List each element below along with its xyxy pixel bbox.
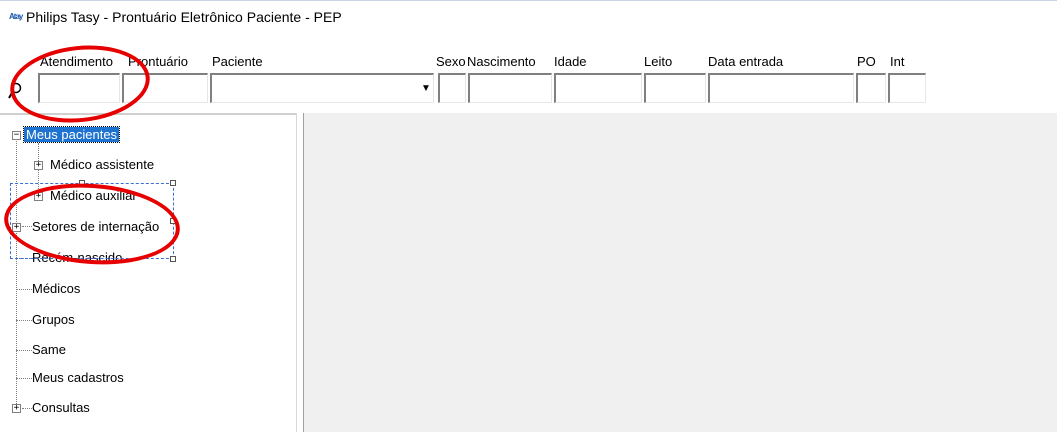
chevron-down-icon[interactable]: ▼ — [419, 75, 433, 101]
column-header-idade[interactable]: Idade — [554, 55, 587, 69]
tree-connector — [16, 289, 32, 290]
column-header-paciente[interactable]: Paciente — [212, 55, 263, 69]
tree-connector — [16, 378, 32, 379]
tree-item-grupos[interactable]: Grupos — [32, 312, 75, 327]
collapse-icon[interactable]: − — [12, 131, 21, 140]
column-header-nascimento[interactable]: Nascimento — [467, 55, 536, 69]
tree-item-label: Médicos — [32, 281, 81, 296]
tree-connector — [22, 408, 32, 409]
tree-item-label: Grupos — [32, 312, 75, 327]
tree-item-label: Médico assistente — [50, 157, 155, 172]
resize-handle[interactable] — [170, 256, 176, 262]
paciente-combobox[interactable]: ▼ — [210, 73, 434, 103]
tree-item-medicos[interactable]: Médicos — [32, 281, 80, 296]
column-header-sexo[interactable]: Sexo — [436, 55, 466, 69]
column-header-int[interactable]: Int — [890, 55, 904, 69]
expand-icon[interactable]: + — [12, 404, 21, 413]
panel-splitter[interactable] — [296, 113, 304, 432]
tree-item-label: Meus pacientes — [22, 126, 121, 143]
sexo-input[interactable] — [438, 73, 466, 103]
tree-item-label: Meus cadastros — [32, 370, 124, 385]
leito-input[interactable] — [644, 73, 706, 103]
column-header-po[interactable]: PO — [857, 55, 876, 69]
idade-input[interactable] — [554, 73, 642, 103]
int-input[interactable] — [888, 73, 926, 103]
window-title: Philips Tasy - Prontuário Eletrônico Pac… — [26, 9, 342, 25]
expand-icon[interactable]: + — [34, 161, 43, 170]
window-title-bar: Atay Philips Tasy - Prontuário Eletrônic… — [0, 0, 1057, 31]
po-input[interactable] — [856, 73, 886, 103]
tree-connector — [16, 136, 17, 408]
column-header-leito[interactable]: Leito — [644, 55, 672, 69]
tree-connector — [16, 350, 32, 351]
main-content-area — [304, 113, 1057, 432]
app-logo-icon: Atay — [9, 12, 23, 21]
data-entrada-input[interactable] — [708, 73, 854, 103]
tree-item-label: Consultas — [32, 400, 90, 415]
nascimento-input[interactable] — [468, 73, 552, 103]
tree-item-label: Same — [32, 342, 66, 357]
tree-connector — [16, 320, 32, 321]
tree-item-meus-cadastros[interactable]: Meus cadastros — [32, 370, 124, 385]
resize-handle[interactable] — [170, 180, 176, 186]
column-header-data-entrada[interactable]: Data entrada — [708, 55, 783, 69]
tree-item-same[interactable]: Same — [32, 342, 66, 357]
